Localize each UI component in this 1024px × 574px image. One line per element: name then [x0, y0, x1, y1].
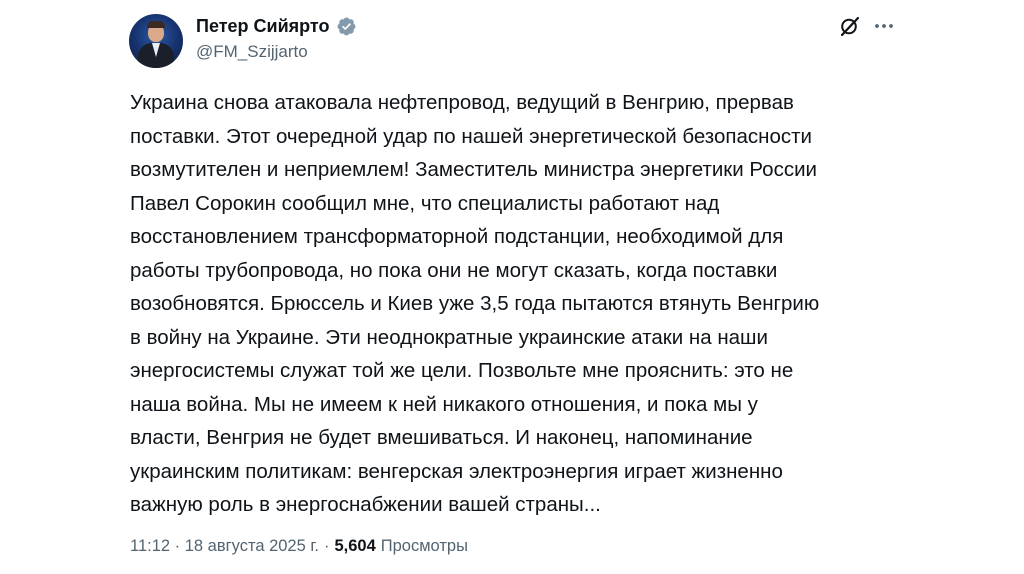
- tweet-meta: 11:12 · 18 августа 2025 г. · 5,604 Просм…: [130, 534, 468, 558]
- views-count[interactable]: 5,604: [334, 537, 375, 556]
- tweet-card: Петер Сийярто @FM_Szijjarto Украина снов…: [0, 0, 1024, 574]
- grok-icon[interactable]: [838, 14, 862, 38]
- author-handle[interactable]: @FM_Szijjarto: [196, 42, 308, 62]
- more-options-icon[interactable]: [872, 14, 896, 38]
- meta-separator: ·: [323, 536, 330, 555]
- author-display-name[interactable]: Петер Сийярто: [196, 16, 330, 37]
- verified-badge-icon: [337, 17, 355, 35]
- views-label[interactable]: Просмотры: [381, 537, 468, 556]
- tweet-text: Украина снова атаковала нефтепровод, вед…: [130, 91, 820, 516]
- avatar[interactable]: [129, 14, 183, 68]
- author-name-row[interactable]: Петер Сийярто: [196, 14, 357, 38]
- timestamp-link[interactable]: 11:12 · 18 августа 2025 г.: [130, 537, 319, 556]
